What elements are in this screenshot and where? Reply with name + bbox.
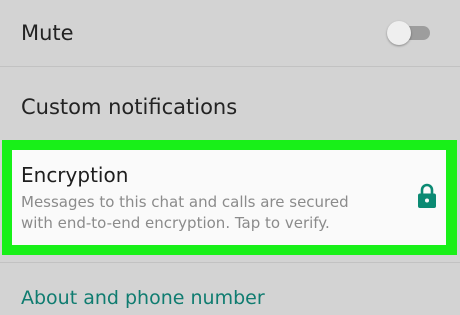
chat-settings-screen: Mute Custom notifications Encryption Mes… [0,0,460,315]
custom-notifications-label: Custom notifications [21,95,238,119]
encryption-description: Messages to this chat and calls are secu… [21,193,349,232]
encryption-title: Encryption [21,163,129,187]
lock-icon [417,183,437,209]
mute-setting-row[interactable]: Mute [0,0,460,66]
encryption-setting-row[interactable]: Encryption Messages to this chat and cal… [12,150,446,245]
mute-toggle[interactable] [387,21,431,45]
mute-label: Mute [21,21,74,45]
custom-notifications-row[interactable]: Custom notifications [0,66,460,136]
toggle-thumb [387,21,411,45]
about-phone-label: About and phone number [21,287,265,309]
about-section-row[interactable]: About and phone number [0,262,460,315]
